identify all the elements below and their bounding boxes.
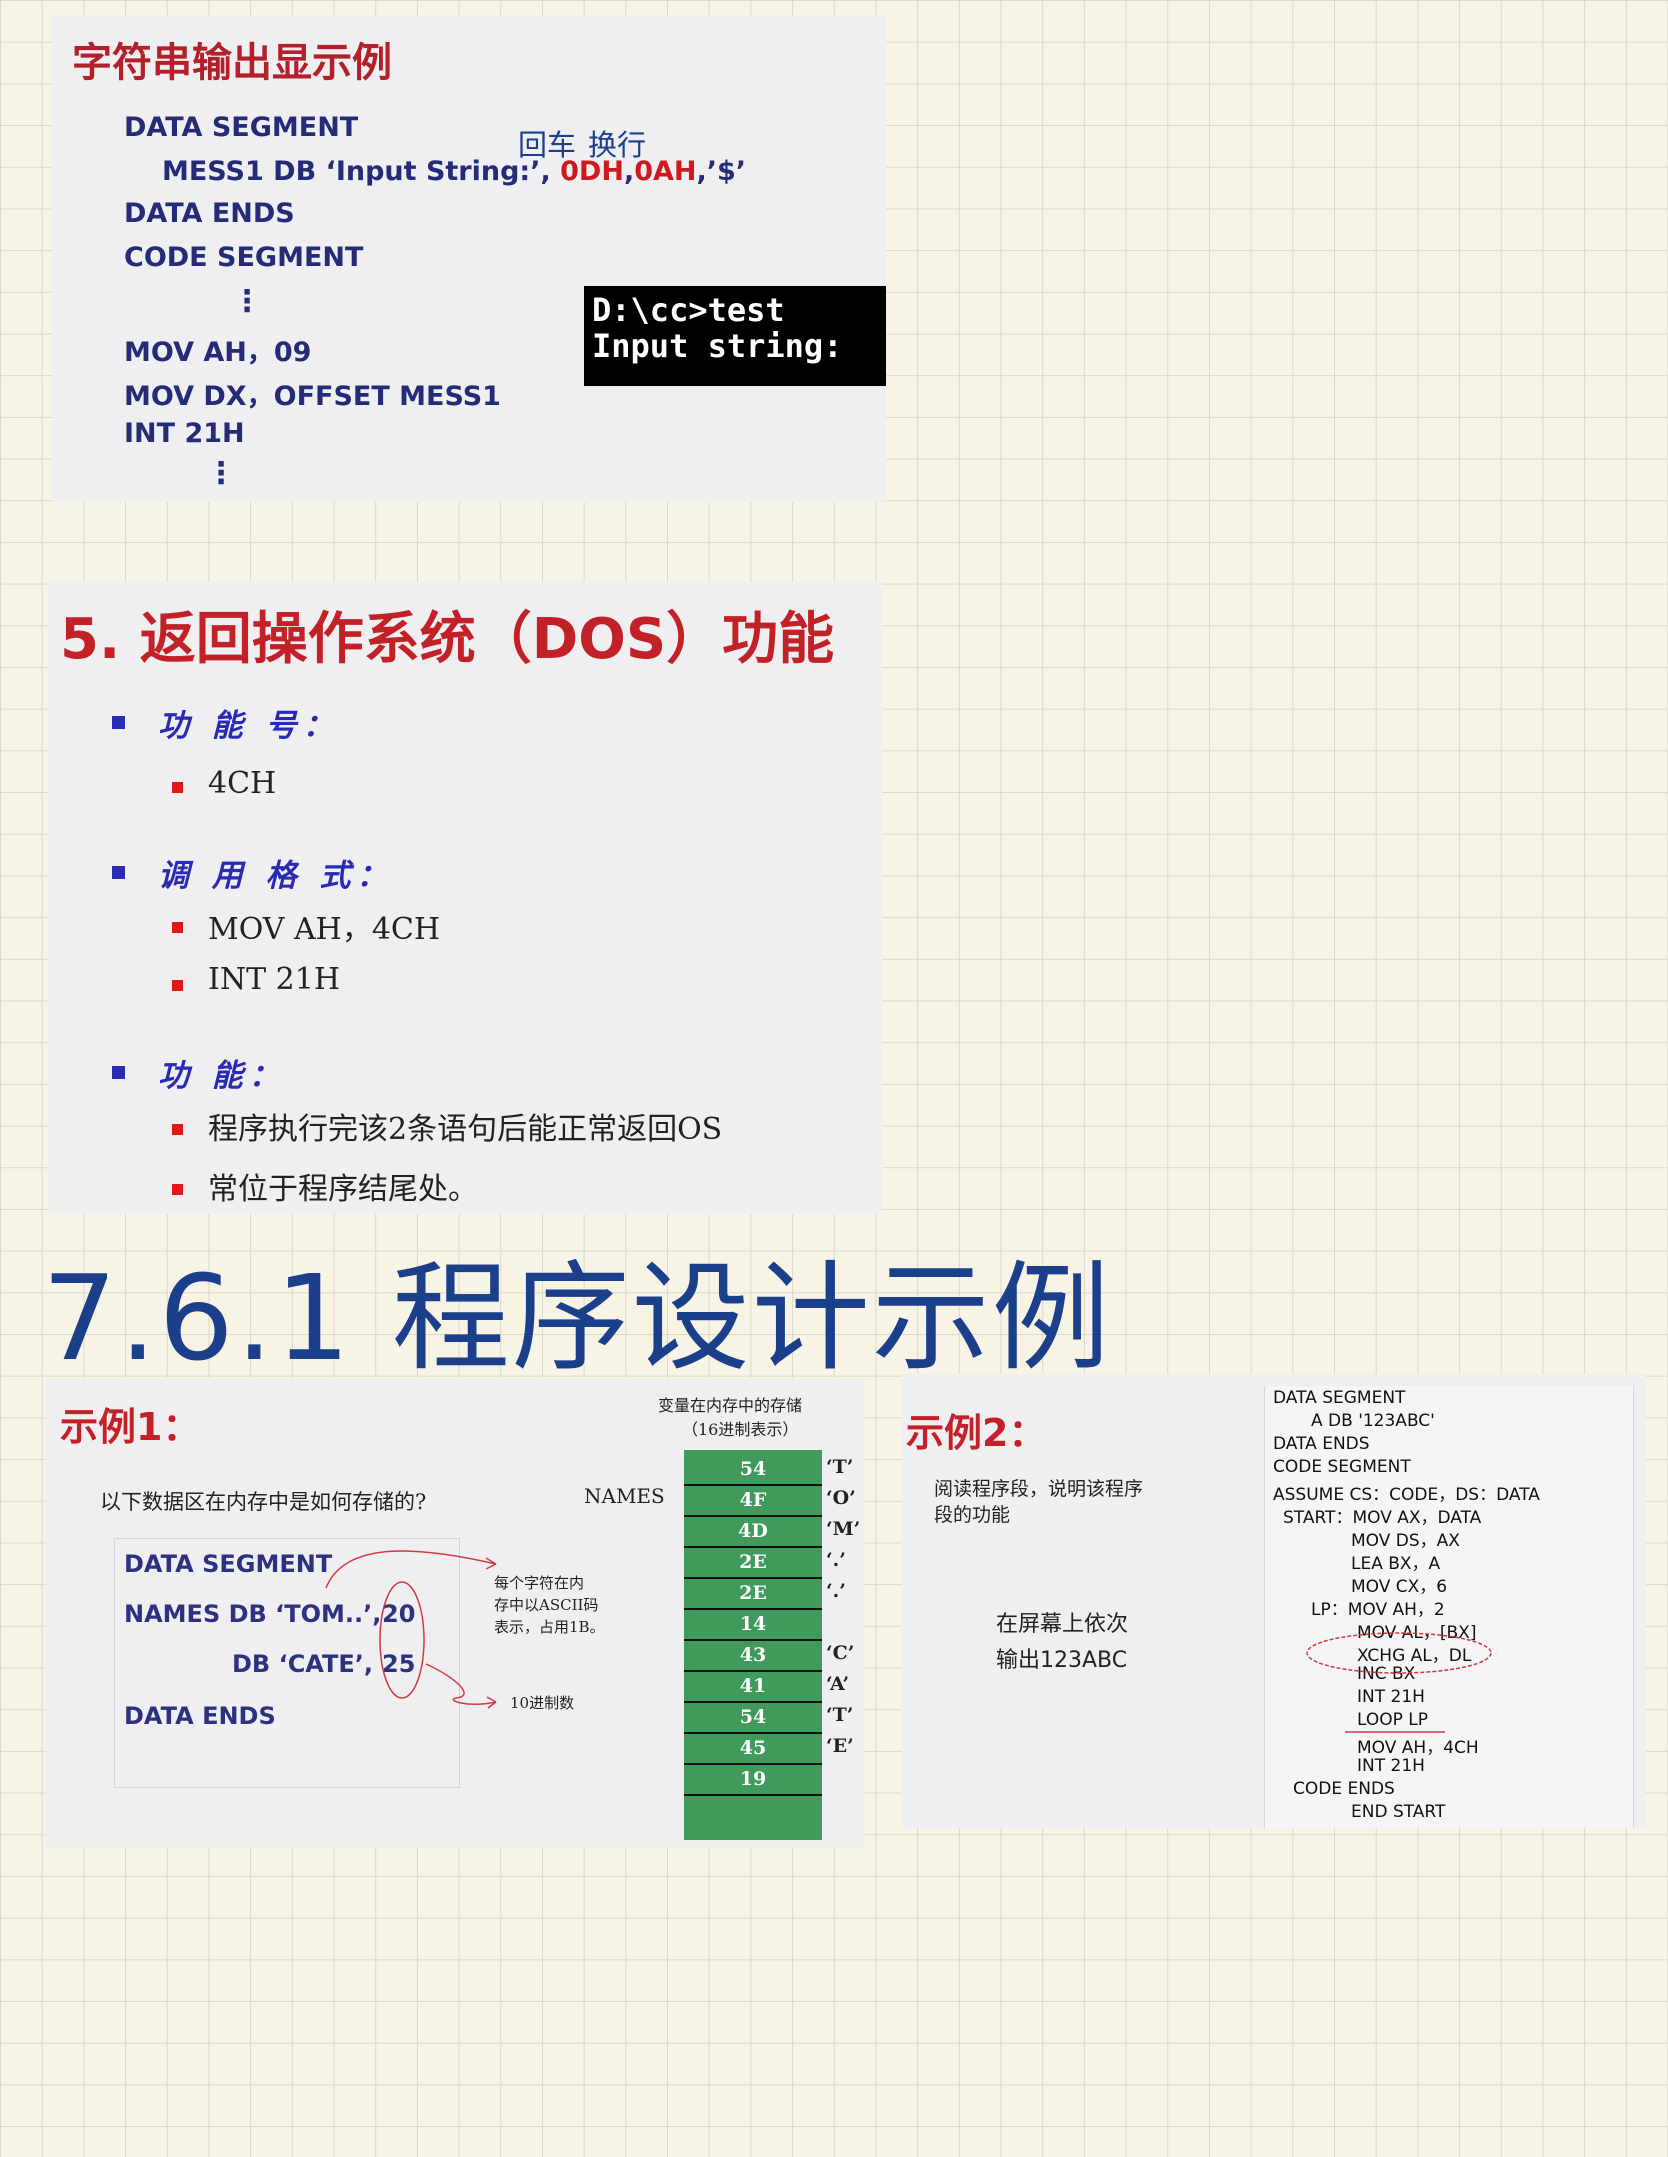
- terminal-output: D:\cc>test Input string:: [584, 286, 886, 386]
- char-label: ‘T’: [826, 1456, 854, 1478]
- ascii-note: 每个字符在内: [494, 1574, 585, 1592]
- answer-text: 输出123ABC: [996, 1648, 1128, 1673]
- ascii-note: 存中以ASCII码: [494, 1596, 599, 1614]
- memory-cell: 2E: [684, 1547, 822, 1579]
- code-line: DATA ENDS: [124, 198, 295, 229]
- bullet-icon: [172, 1184, 183, 1195]
- memory-cell: 14: [684, 1609, 822, 1641]
- mess-suffix: ,’$’: [696, 156, 747, 187]
- bullet-icon: [172, 782, 183, 793]
- slide-title: 5. 返回操作系统（DOS）功能: [60, 607, 835, 672]
- section-item: INT 21H: [208, 962, 340, 997]
- example2-slide: 示例2： 阅读程序段，说明该程序 段的功能 在屏幕上依次 输出123ABC DA…: [902, 1374, 1646, 1828]
- terminal-line: D:\cc>test: [592, 291, 785, 329]
- program-code: DATA SEGMENT A DB '123ABC' DATA ENDS COD…: [1264, 1386, 1634, 1828]
- code-line: MOV DX，OFFSET MESS1: [124, 381, 501, 412]
- memory-cell: 54: [684, 1454, 822, 1486]
- handwritten-heading: 7.6.1 程序设计示例: [42, 1249, 1112, 1387]
- memory-column: 54 4F 4D 2E 2E 14 43 41 54 45 19: [684, 1450, 822, 1840]
- bullet-icon: [112, 1066, 125, 1079]
- char-label: ‘A’: [826, 1673, 850, 1695]
- memory-cell: 43: [684, 1640, 822, 1672]
- bullet-icon: [172, 922, 183, 933]
- return-dos-slide: 5. 返回操作系统（DOS）功能 功 能 号： 4CH 调 用 格 式： MOV…: [48, 582, 882, 1214]
- section-label: 功 能 号：: [158, 708, 340, 744]
- memory-cell: 41: [684, 1671, 822, 1703]
- annotation-line-feed: 换行: [588, 128, 647, 162]
- char-label: ‘E’: [826, 1735, 854, 1757]
- bullet-icon: [112, 716, 125, 729]
- memory-cell: 45: [684, 1733, 822, 1765]
- bullet-icon: [112, 866, 125, 879]
- ellipsis-icon: ⋮: [206, 456, 236, 491]
- char-label: ‘C’: [826, 1642, 855, 1664]
- example1-slide: 示例1： 以下数据区在内存中是如何存储的? 变量在内存中的存储 （16进制表示）…: [46, 1378, 864, 1848]
- memory-cell: 19: [684, 1764, 822, 1796]
- mess-prefix: MESS1 DB ‘Input String:’,: [162, 156, 561, 187]
- annotation-carriage-return: 回车: [518, 128, 577, 162]
- section-item: 程序执行完该2条语句后能正常返回OS: [208, 1112, 723, 1147]
- section-label: 调 用 格 式：: [158, 858, 394, 894]
- annotation-marks: [1306, 1632, 1492, 1733]
- question-text: 段的功能: [934, 1504, 1011, 1526]
- ellipsis-icon: ⋮: [232, 284, 262, 319]
- section-item: 常位于程序结尾处。: [208, 1172, 478, 1207]
- code-line: MOV AH，09: [124, 337, 312, 368]
- code-line-mess1: MESS1 DB ‘Input String:’, 0DH,0AH,’$’: [162, 156, 746, 187]
- slide-title: 示例2：: [906, 1411, 1047, 1455]
- section-label: 功 能：: [158, 1058, 286, 1094]
- slide-title: 字符串输出显示例: [72, 40, 392, 86]
- char-label: ‘M’: [826, 1518, 861, 1540]
- terminal-line: Input string:: [592, 327, 843, 365]
- memory-cell: 4D: [684, 1516, 822, 1548]
- section-item: MOV AH，4CH: [208, 912, 441, 947]
- code-line: DATA SEGMENT: [124, 112, 359, 143]
- decimal-note: 10进制数: [510, 1694, 575, 1712]
- ascii-note: 表示，占用1B。: [494, 1618, 605, 1636]
- char-label: ‘O’: [826, 1487, 856, 1509]
- section-item: 4CH: [208, 766, 277, 801]
- memory-cell: 54: [684, 1702, 822, 1734]
- char-label: ‘T’: [826, 1704, 854, 1726]
- memory-cell: 2E: [684, 1578, 822, 1610]
- code-line: CODE SEGMENT: [124, 242, 364, 273]
- char-label: ‘.’: [826, 1549, 846, 1571]
- code-line: INT 21H: [124, 418, 245, 449]
- string-output-example-slide: 字符串输出显示例 DATA SEGMENT MESS1 DB ‘Input St…: [52, 16, 886, 502]
- memory-cell: 4F: [684, 1485, 822, 1517]
- char-label: ‘.’: [826, 1580, 846, 1602]
- question-text: 阅读程序段，说明该程序: [934, 1478, 1144, 1500]
- bullet-icon: [172, 1124, 183, 1135]
- bullet-icon: [172, 980, 183, 991]
- answer-text: 在屏幕上依次: [996, 1612, 1129, 1637]
